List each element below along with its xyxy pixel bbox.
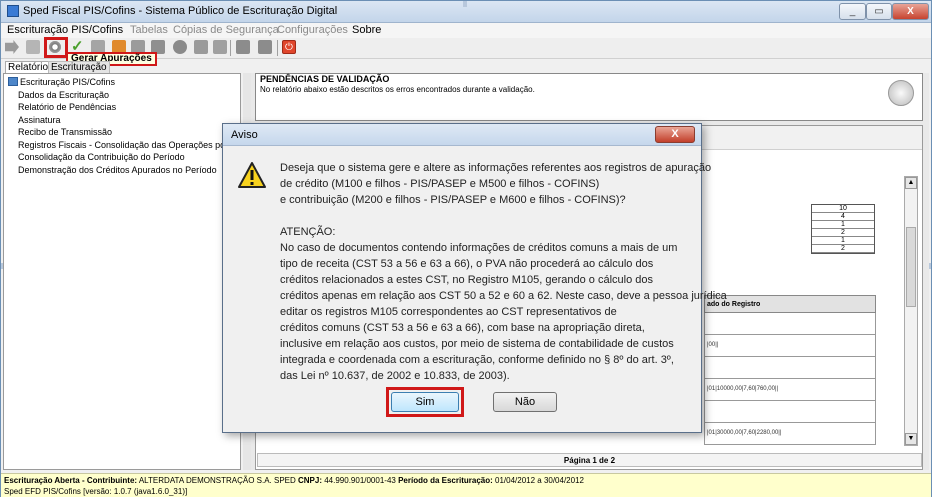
- table-row: [704, 357, 876, 379]
- download-icon[interactable]: [213, 40, 227, 54]
- page-indicator: Página 1 de 2: [257, 453, 922, 467]
- count-cell: 2: [812, 245, 874, 253]
- tree-item-creditos[interactable]: Demonstração dos Créditos Apurados no Pe…: [18, 165, 217, 175]
- scroll-thumb[interactable]: [906, 227, 916, 307]
- arrow-right-icon[interactable]: [5, 40, 19, 54]
- report-tree: Escrituração PIS/Cofins Dados da Escritu…: [3, 73, 249, 470]
- pendencias-description: No relatório abaixo estão descritos os e…: [260, 85, 535, 94]
- message-line: tipo de receita (CST 53 a 56 e 63 a 66),…: [280, 258, 654, 270]
- application-window: Sped Fiscal PIS/Cofins - Sistema Público…: [0, 0, 932, 497]
- table-row: |01|10000,00|7,60|760,00||: [704, 379, 876, 401]
- count-table: 10 4 1 2 1 2: [811, 204, 875, 254]
- cd-icon: [888, 80, 914, 106]
- vertical-scrollbar[interactable]: ▲ ▼: [904, 176, 918, 446]
- resize-handle-top[interactable]: [463, 1, 467, 7]
- tree-item-assinatura[interactable]: Assinatura: [18, 115, 61, 125]
- table-row: |00||: [704, 335, 876, 357]
- maximize-button[interactable]: ▭: [866, 3, 892, 20]
- tree-root[interactable]: Escrituração PIS/Cofins: [8, 77, 115, 87]
- warning-icon: [238, 162, 266, 188]
- table-row: [704, 313, 876, 335]
- message-line: No caso de documentos contendo informaçõ…: [280, 242, 678, 254]
- close-button[interactable]: X: [892, 3, 929, 20]
- dialog-title: Aviso: [231, 129, 258, 141]
- message-line: das Lei nº 10.637, de 2002 e 10.833, de …: [280, 370, 510, 382]
- message-line: ATENÇÃO:: [280, 226, 336, 238]
- menu-copias-seguranca[interactable]: Cópias de Segurança: [173, 24, 279, 36]
- scroll-up-icon[interactable]: ▲: [905, 177, 917, 189]
- table-row: [704, 401, 876, 423]
- menu-tabelas[interactable]: Tabelas: [130, 24, 168, 36]
- dialog-close-button[interactable]: X: [655, 126, 695, 143]
- menu-sobre[interactable]: Sobre: [352, 24, 381, 36]
- app-icon: [7, 5, 19, 17]
- tree-item-registros-fiscais[interactable]: Registros Fiscais - Consolidação das Ope…: [18, 140, 249, 150]
- window-title: Sped Fiscal PIS/Cofins - Sistema Público…: [23, 5, 338, 17]
- scroll-down-icon[interactable]: ▼: [905, 433, 917, 445]
- gear-highlight-box: [44, 37, 68, 58]
- globe-icon[interactable]: [173, 40, 187, 54]
- message-line: créditos comuns (CST 53 a 56 e 63 a 66),…: [280, 322, 645, 334]
- table-column-header: ado do Registro: [704, 295, 876, 313]
- aviso-dialog: Aviso X Deseja que o sistema gere e alte…: [222, 123, 727, 433]
- dialog-title-bar: Aviso X: [223, 124, 701, 146]
- message-line: créditos apenas em relação aos CST 50 a …: [280, 290, 727, 302]
- status-line-1: Escrituração Aberta - Contribuinte: ALTE…: [4, 476, 584, 485]
- save-as-icon[interactable]: [258, 40, 272, 54]
- book-icon[interactable]: [194, 40, 208, 54]
- message-line: créditos relacionados a estes CST, no Re…: [280, 274, 653, 286]
- menu-bar: Escrituração PIS/Cofins Tabelas Cópias d…: [1, 23, 931, 38]
- toolbar-separator: [230, 40, 231, 56]
- save-icon[interactable]: [236, 40, 250, 54]
- tree-item-pendencias[interactable]: Relatório de Pendências: [18, 102, 116, 112]
- dialog-message: Deseja que o sistema gere e altere as in…: [280, 160, 727, 384]
- minimize-button[interactable]: _: [839, 3, 866, 20]
- count-cell: 4: [812, 213, 874, 221]
- tree-item-consolidacao[interactable]: Consolidação da Contribuição do Período: [18, 152, 185, 162]
- message-line: [280, 208, 700, 224]
- count-cell: 2: [812, 229, 874, 237]
- count-cell: 1: [812, 221, 874, 229]
- count-cell: 10: [812, 205, 874, 213]
- message-line: e contribuição (M200 e filhos - PIS/PASE…: [280, 194, 626, 206]
- pendencias-title: PENDÊNCIAS DE VALIDAÇÃO: [260, 74, 390, 84]
- folder-icon: [8, 77, 18, 86]
- message-line: integrada e coordenada com a escrituraçã…: [280, 354, 674, 366]
- sim-button[interactable]: Sim: [391, 392, 459, 412]
- pendencias-header: PENDÊNCIAS DE VALIDAÇÃO No relatório aba…: [255, 73, 923, 121]
- count-cell: 1: [812, 237, 874, 245]
- message-line: editar os registros M105 correspondentes…: [280, 306, 617, 318]
- table-row: |01|30000,00|7,60|2280,00||: [704, 423, 876, 445]
- folder-open-icon[interactable]: [26, 40, 40, 54]
- message-line: de crédito (M100 e filhos - PIS/PASEP e …: [280, 178, 600, 190]
- message-line: inclusive em relação aos custos, por mei…: [280, 338, 674, 350]
- message-line: Deseja que o sistema gere e altere as in…: [280, 162, 712, 174]
- toolbar-separator: [277, 40, 278, 56]
- status-line-2: Sped EFD PIS/Cofins [versão: 1.0.7 (java…: [4, 487, 188, 496]
- tree-item-dados[interactable]: Dados da Escrituração: [18, 90, 109, 100]
- menu-configuracoes[interactable]: Configurações: [277, 24, 348, 36]
- nao-button[interactable]: Não: [493, 392, 557, 412]
- status-bar: Escrituração Aberta - Contribuinte: ALTE…: [1, 473, 931, 497]
- power-icon[interactable]: ⏻: [282, 40, 296, 54]
- tree-item-recibo[interactable]: Recibo de Transmissão: [18, 127, 112, 137]
- menu-escrituracao[interactable]: Escrituração PIS/Cofins: [7, 24, 123, 36]
